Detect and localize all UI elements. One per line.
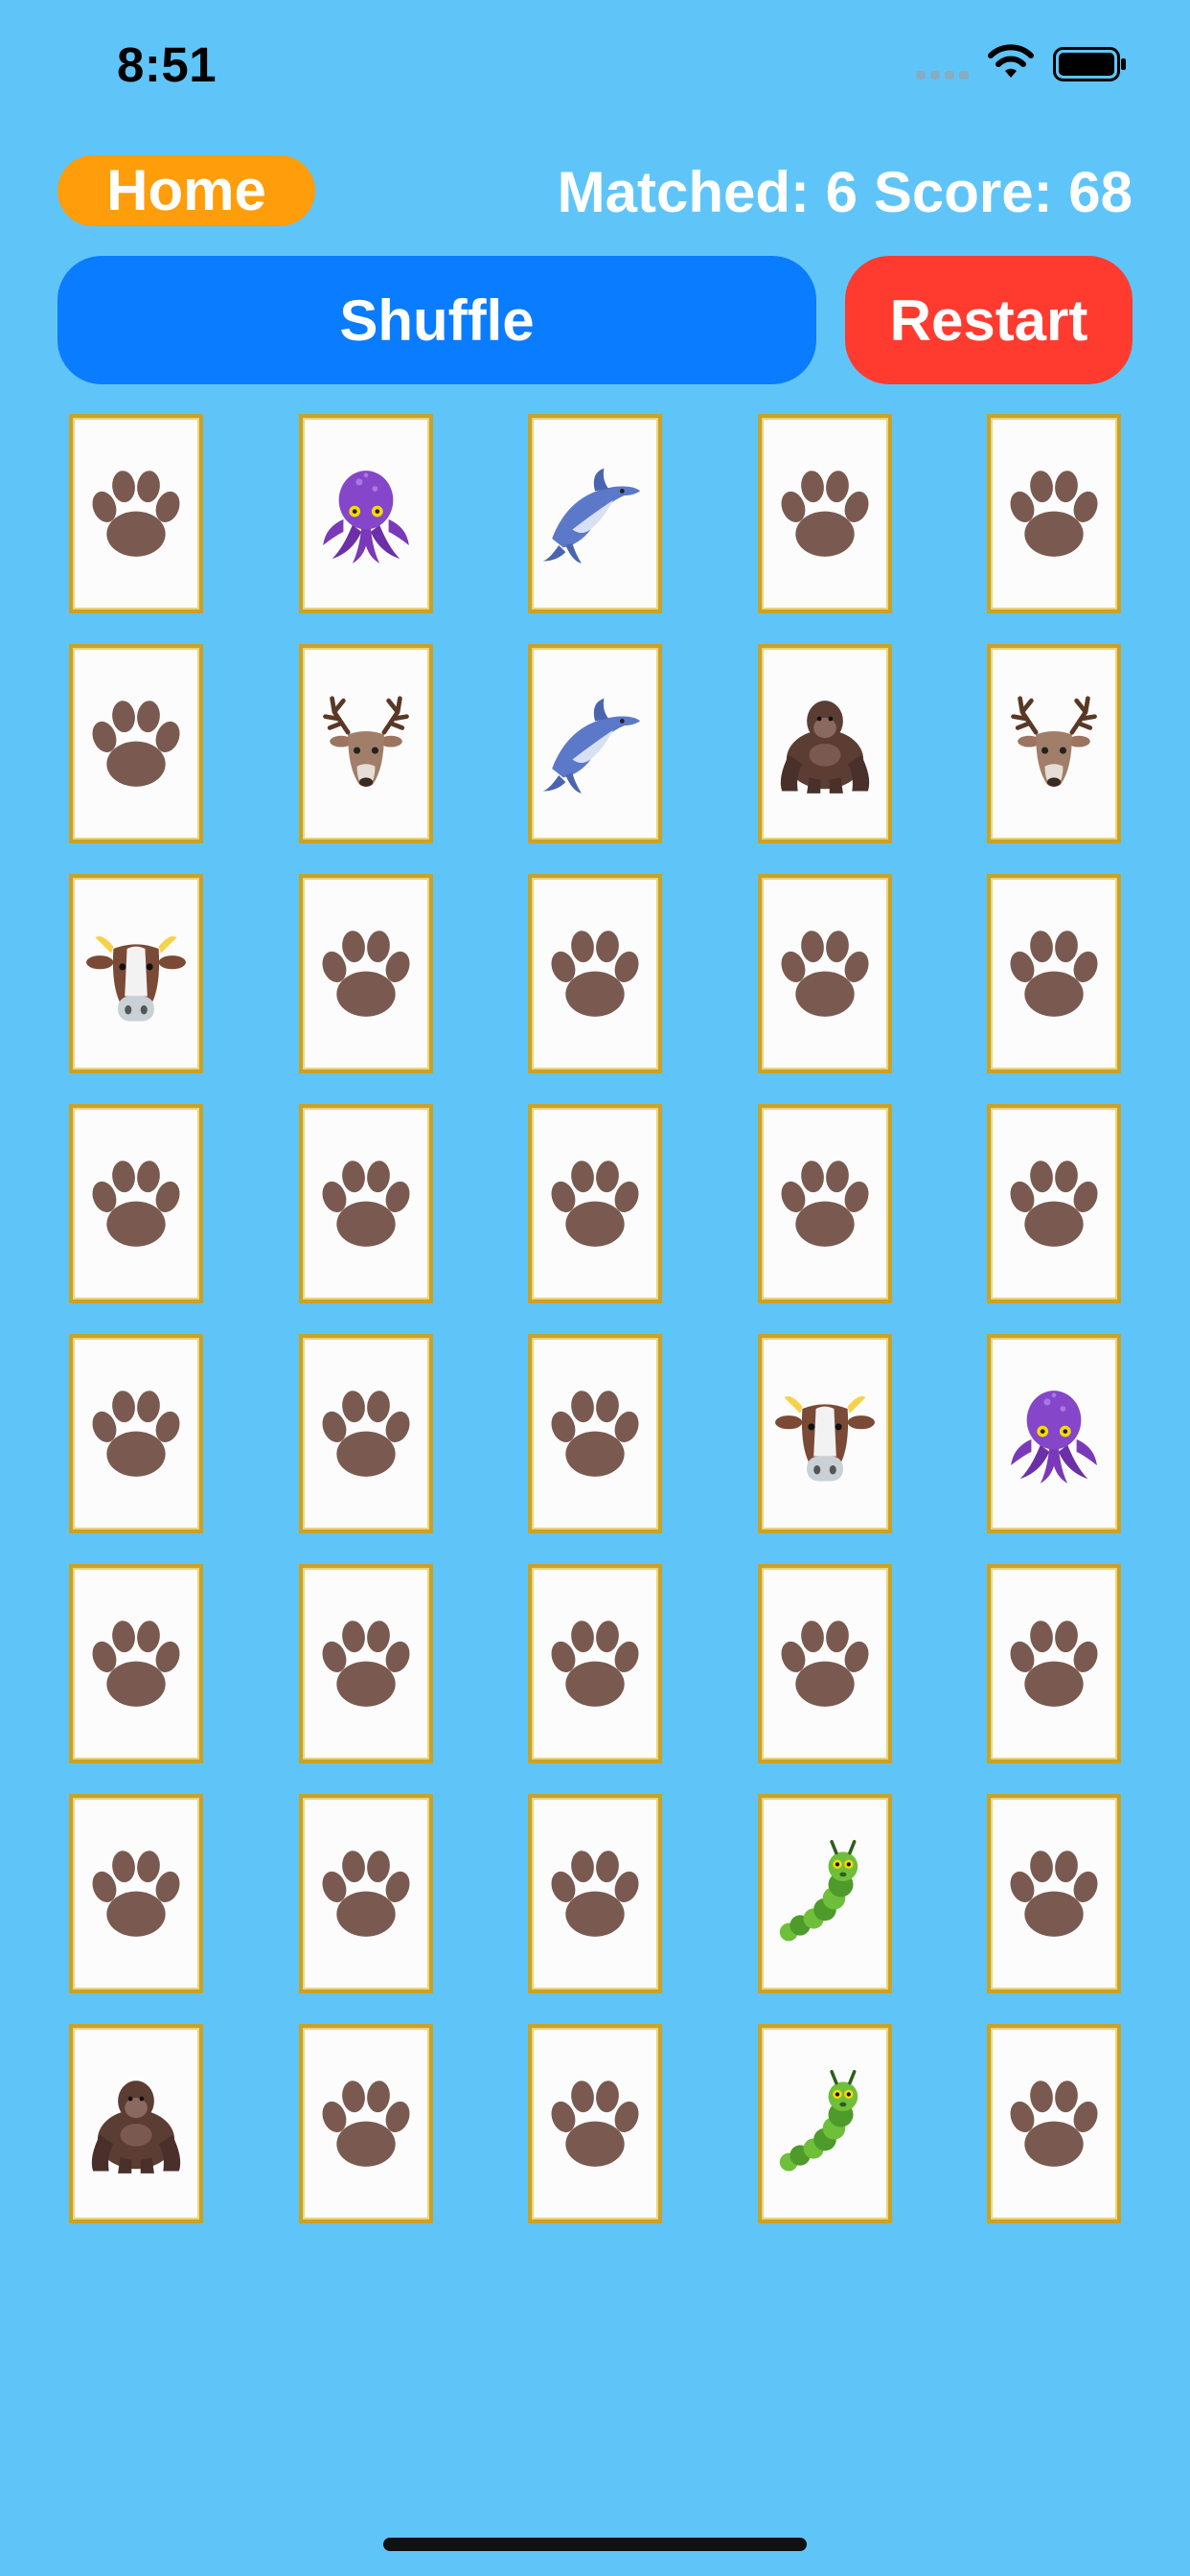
matched-count: Matched: 6 — [557, 160, 858, 224]
paw-icon — [551, 931, 639, 1017]
card-face-down[interactable] — [69, 1794, 203, 1993]
card-cow[interactable] — [757, 1334, 892, 1533]
card-gorilla[interactable] — [69, 2024, 203, 2223]
status-bar: 8:51 — [0, 0, 1190, 125]
paw-icon — [781, 931, 868, 1017]
deer-icon — [322, 696, 409, 787]
score-line: Matched: 6 Score: 68 — [558, 157, 1133, 228]
card-face-down[interactable] — [987, 874, 1121, 1073]
cow-icon — [774, 1396, 875, 1482]
card-octopus[interactable] — [987, 1334, 1121, 1533]
paw-icon — [1010, 1621, 1098, 1707]
paw-icon — [781, 1161, 868, 1247]
paw-icon — [322, 1391, 409, 1477]
paw-icon — [551, 2081, 639, 2167]
dolphin-icon — [542, 698, 641, 794]
card-face-down[interactable] — [298, 1334, 433, 1533]
battery-icon — [1053, 47, 1126, 81]
paw-icon — [322, 1851, 409, 1937]
card-face-down[interactable] — [528, 1794, 662, 1993]
card-dolphin[interactable] — [528, 414, 662, 613]
paw-icon — [1010, 1851, 1098, 1937]
octopus-icon — [322, 471, 409, 564]
gorilla-icon — [91, 2081, 181, 2174]
paw-icon — [92, 1391, 180, 1477]
paw-icon — [92, 1161, 180, 1247]
paw-icon — [322, 2081, 409, 2167]
card-face-down[interactable] — [757, 1564, 892, 1763]
paw-icon — [781, 1621, 868, 1707]
card-face-down[interactable] — [528, 874, 662, 1073]
card-face-down[interactable] — [69, 1564, 203, 1763]
card-face-down[interactable] — [69, 1334, 203, 1533]
card-face-down[interactable] — [987, 1104, 1121, 1303]
paw-icon — [551, 1621, 639, 1707]
paw-icon — [1010, 931, 1098, 1017]
card-face-down[interactable] — [298, 1104, 433, 1303]
card-face-down[interactable] — [528, 1334, 662, 1533]
card-face-down[interactable] — [757, 874, 892, 1073]
paw-icon — [92, 701, 180, 787]
paw-icon — [781, 471, 868, 557]
paw-icon — [551, 1851, 639, 1937]
home-button[interactable]: Home — [57, 155, 315, 226]
deer-icon — [1011, 696, 1097, 787]
paw-icon — [322, 1161, 409, 1247]
caterpillar-icon — [779, 2069, 858, 2172]
card-face-down[interactable] — [298, 874, 433, 1073]
paw-icon — [1010, 471, 1098, 557]
status-time: 8:51 — [117, 37, 217, 92]
card-face-down[interactable] — [528, 1564, 662, 1763]
card-face-down[interactable] — [69, 414, 203, 613]
card-face-down[interactable] — [298, 2024, 433, 2223]
octopus-icon — [1011, 1391, 1097, 1484]
card-octopus[interactable] — [298, 414, 433, 613]
card-face-down[interactable] — [987, 1564, 1121, 1763]
card-face-down[interactable] — [987, 1794, 1121, 1993]
card-face-down[interactable] — [69, 644, 203, 843]
restart-button[interactable]: Restart — [845, 256, 1133, 384]
card-face-down[interactable] — [528, 2024, 662, 2223]
card-gorilla[interactable] — [757, 644, 892, 843]
card-caterpillar[interactable] — [757, 1794, 892, 1993]
card-dolphin[interactable] — [528, 644, 662, 843]
paw-icon — [92, 1621, 180, 1707]
card-face-down[interactable] — [987, 2024, 1121, 2223]
card-face-down[interactable] — [69, 1104, 203, 1303]
cellular-signal-icon — [916, 71, 969, 80]
cow-icon — [86, 936, 186, 1022]
paw-icon — [551, 1391, 639, 1477]
home-indicator — [383, 2538, 807, 2551]
card-cow[interactable] — [69, 874, 203, 1073]
caterpillar-icon — [779, 1839, 858, 1942]
dolphin-icon — [542, 468, 641, 564]
paw-icon — [322, 1621, 409, 1707]
paw-icon — [92, 471, 180, 557]
card-deer[interactable] — [987, 644, 1121, 843]
paw-icon — [322, 931, 409, 1017]
card-grid — [69, 414, 1121, 2223]
card-face-down[interactable] — [757, 1104, 892, 1303]
paw-icon — [1010, 2081, 1098, 2167]
paw-icon — [551, 1161, 639, 1247]
card-deer[interactable] — [298, 644, 433, 843]
card-face-down[interactable] — [528, 1104, 662, 1303]
card-face-down[interactable] — [757, 414, 892, 613]
card-face-down[interactable] — [298, 1794, 433, 1993]
card-caterpillar[interactable] — [757, 2024, 892, 2223]
card-face-down[interactable] — [987, 414, 1121, 613]
wifi-icon — [988, 44, 1034, 78]
card-face-down[interactable] — [298, 1564, 433, 1763]
shuffle-button[interactable]: Shuffle — [57, 256, 816, 384]
paw-icon — [1010, 1161, 1098, 1247]
gorilla-icon — [780, 701, 869, 794]
score-value: Score: 68 — [873, 160, 1133, 224]
paw-icon — [92, 1851, 180, 1937]
